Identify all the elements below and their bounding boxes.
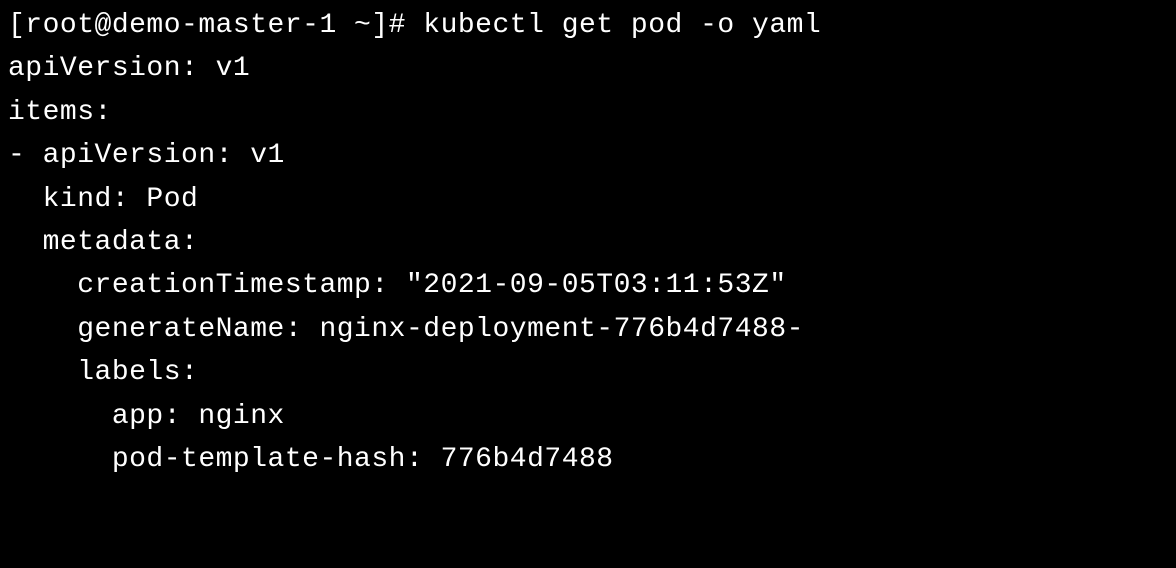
terminal-prompt-and-command: [root@demo-master-1 ~]# kubectl get pod … <box>8 4 1168 47</box>
yaml-output-line: items: <box>8 91 1168 134</box>
yaml-output-line: metadata: <box>8 221 1168 264</box>
yaml-output-line: creationTimestamp: "2021-09-05T03:11:53Z… <box>8 264 1168 307</box>
yaml-output-line: pod-template-hash: 776b4d7488 <box>8 438 1168 481</box>
yaml-output-line: - apiVersion: v1 <box>8 134 1168 177</box>
yaml-output-line: app: nginx <box>8 395 1168 438</box>
terminal-output[interactable]: [root@demo-master-1 ~]# kubectl get pod … <box>8 4 1168 481</box>
yaml-output-line: generateName: nginx-deployment-776b4d748… <box>8 308 1168 351</box>
yaml-output-line: labels: <box>8 351 1168 394</box>
yaml-output-line: apiVersion: v1 <box>8 47 1168 90</box>
yaml-output-line: kind: Pod <box>8 178 1168 221</box>
